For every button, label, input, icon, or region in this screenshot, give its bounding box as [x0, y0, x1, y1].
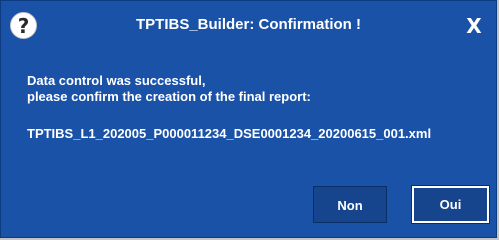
question-icon: ? — [10, 12, 37, 39]
title-bar: ? TPTIBS_Builder: Confirmation ! X — [1, 1, 496, 53]
message-line-1: Data control was successful, — [27, 73, 206, 88]
non-button[interactable]: Non — [313, 186, 387, 223]
dialog-title: TPTIBS_Builder: Confirmation ! — [136, 16, 361, 33]
oui-button[interactable]: Oui — [411, 185, 490, 224]
question-glyph: ? — [17, 13, 30, 38]
confirmation-dialog: ? TPTIBS_Builder: Confirmation ! X Data … — [0, 0, 497, 238]
report-filename: TPTIBS_L1_202005_P000011234_DSE0001234_2… — [27, 126, 432, 141]
close-button[interactable]: X — [462, 13, 486, 39]
message-line-2: please confirm the creation of the final… — [27, 89, 311, 104]
